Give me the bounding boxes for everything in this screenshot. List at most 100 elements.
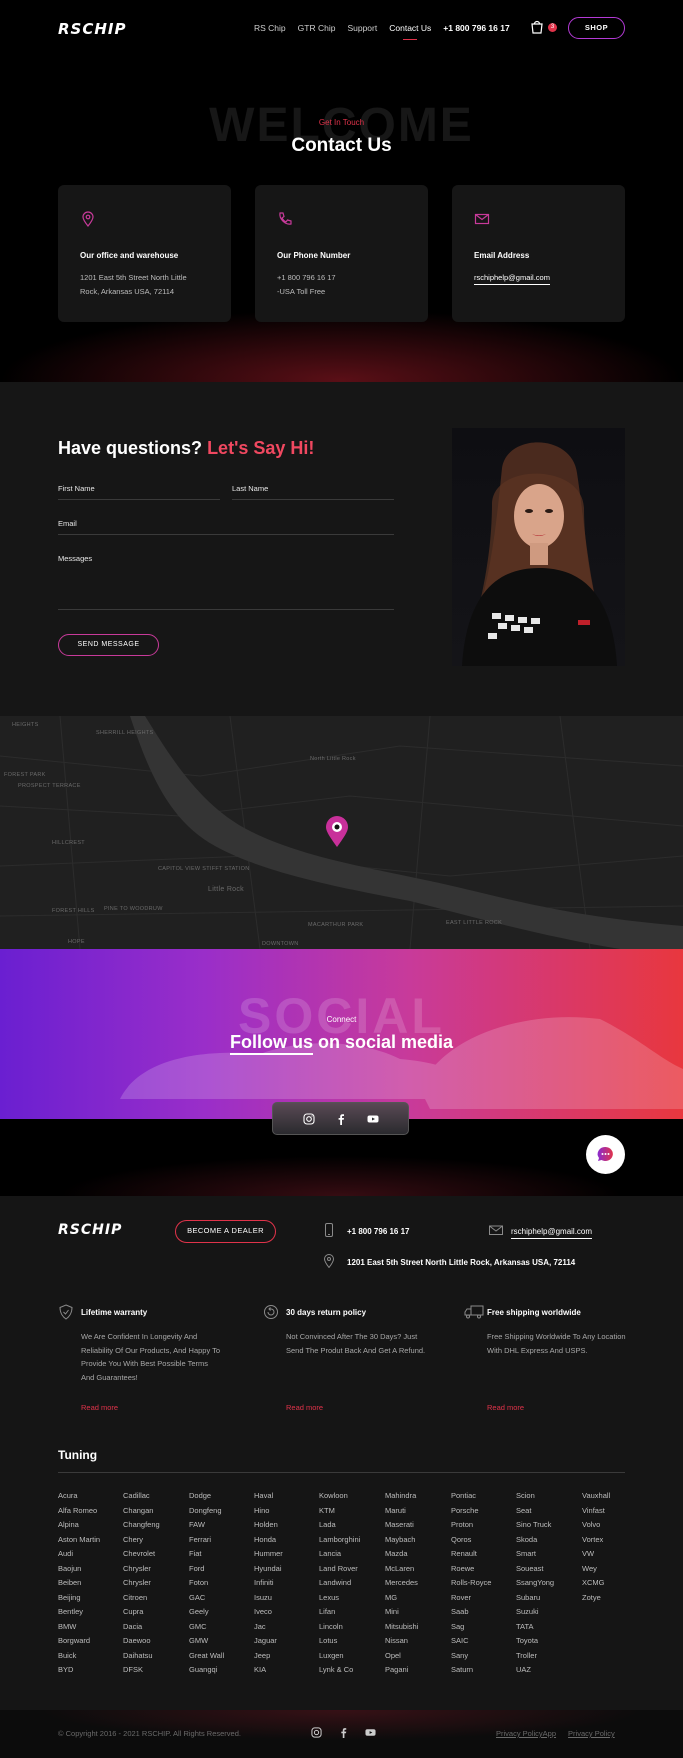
- brand-link[interactable]: FAW: [189, 1518, 224, 1533]
- brand-link[interactable]: Mini: [385, 1605, 418, 1620]
- brand-link[interactable]: Changan: [123, 1504, 160, 1519]
- brand-link[interactable]: Haval: [254, 1489, 283, 1504]
- cart-icon[interactable]: [530, 20, 544, 34]
- brand-link[interactable]: Hyundai: [254, 1562, 283, 1577]
- brand-link[interactable]: Beiben: [58, 1576, 100, 1591]
- email-link[interactable]: rschiphelp@gmail.com: [474, 273, 550, 285]
- brand-link[interactable]: Lamborghini: [319, 1533, 360, 1548]
- brand-link[interactable]: Borgward: [58, 1634, 100, 1649]
- shop-button[interactable]: SHOP: [568, 17, 625, 39]
- brand-link[interactable]: Alpina: [58, 1518, 100, 1533]
- brand-link[interactable]: Chrysler: [123, 1576, 160, 1591]
- brand-link[interactable]: BYD: [58, 1663, 100, 1678]
- brand-link[interactable]: Volvo: [582, 1518, 610, 1533]
- brand-link[interactable]: Hino: [254, 1504, 283, 1519]
- brand-link[interactable]: Geely: [189, 1605, 224, 1620]
- brand-link[interactable]: Subaru: [516, 1591, 554, 1606]
- brand-link[interactable]: Beijing: [58, 1591, 100, 1606]
- brand-link[interactable]: Alfa Romeo: [58, 1504, 100, 1519]
- brand-link[interactable]: KIA: [254, 1663, 283, 1678]
- brand-link[interactable]: Seat: [516, 1504, 554, 1519]
- brand-link[interactable]: Lynk & Co: [319, 1663, 360, 1678]
- brand-link[interactable]: Maybach: [385, 1533, 418, 1548]
- brand-link[interactable]: Wey: [582, 1562, 610, 1577]
- brand-link[interactable]: Maserati: [385, 1518, 418, 1533]
- read-more-link[interactable]: Read more: [286, 1403, 323, 1412]
- brand-link[interactable]: Isuzu: [254, 1591, 283, 1606]
- brand-link[interactable]: Acura: [58, 1489, 100, 1504]
- brand-link[interactable]: McLaren: [385, 1562, 418, 1577]
- brand-link[interactable]: Cadillac: [123, 1489, 160, 1504]
- privacy-policy-link[interactable]: Privacy Policy: [568, 1729, 615, 1738]
- card-line[interactable]: +1 800 796 16 17: [277, 273, 336, 282]
- brand-link[interactable]: Suzuki: [516, 1605, 554, 1620]
- brand-link[interactable]: Chrysler: [123, 1562, 160, 1577]
- brand-link[interactable]: Rover: [451, 1591, 491, 1606]
- brand-link[interactable]: Cupra: [123, 1605, 160, 1620]
- messages-field[interactable]: Messages: [58, 554, 394, 610]
- brand-link[interactable]: MG: [385, 1591, 418, 1606]
- brand-link[interactable]: Luxgen: [319, 1649, 360, 1664]
- brand-link[interactable]: Toyota: [516, 1634, 554, 1649]
- brand-link[interactable]: Changfeng: [123, 1518, 160, 1533]
- brand-link[interactable]: Chery: [123, 1533, 160, 1548]
- brand-link[interactable]: Jac: [254, 1620, 283, 1635]
- send-message-button[interactable]: SEND MESSAGE: [58, 634, 159, 656]
- brand-link[interactable]: Daewoo: [123, 1634, 160, 1649]
- brand-link[interactable]: TATA: [516, 1620, 554, 1635]
- facebook-icon[interactable]: [338, 1727, 349, 1738]
- brand-link[interactable]: Bentley: [58, 1605, 100, 1620]
- brand-link[interactable]: Sany: [451, 1649, 491, 1664]
- brand-link[interactable]: BMW: [58, 1620, 100, 1635]
- facebook-icon[interactable]: [335, 1113, 347, 1125]
- brand-link[interactable]: Iveco: [254, 1605, 283, 1620]
- brand-link[interactable]: Citroen: [123, 1591, 160, 1606]
- read-more-link[interactable]: Read more: [81, 1403, 118, 1412]
- logo[interactable]: RSCHIP: [58, 20, 127, 38]
- footer-phone[interactable]: +1 800 796 16 17: [347, 1227, 410, 1236]
- footer-email[interactable]: rschiphelp@gmail.com: [511, 1227, 593, 1239]
- brand-link[interactable]: SAIC: [451, 1634, 491, 1649]
- brand-link[interactable]: Sino Truck: [516, 1518, 554, 1533]
- brand-link[interactable]: Mahindra: [385, 1489, 418, 1504]
- become-dealer-button[interactable]: BECOME A DEALER: [175, 1220, 276, 1243]
- brand-link[interactable]: Dongfeng: [189, 1504, 224, 1519]
- brand-link[interactable]: Ferrari: [189, 1533, 224, 1548]
- brand-link[interactable]: Vortex: [582, 1533, 610, 1548]
- header-phone[interactable]: +1 800 796 16 17: [443, 23, 509, 33]
- brand-link[interactable]: Lincoln: [319, 1620, 360, 1635]
- brand-link[interactable]: Fiat: [189, 1547, 224, 1562]
- brand-link[interactable]: Great Wall: [189, 1649, 224, 1664]
- brand-link[interactable]: Kowloon: [319, 1489, 360, 1504]
- brand-link[interactable]: Infiniti: [254, 1576, 283, 1591]
- brand-link[interactable]: Vinfast: [582, 1504, 610, 1519]
- nav-item-support[interactable]: Support: [347, 23, 377, 33]
- brand-link[interactable]: Pontiac: [451, 1489, 491, 1504]
- brand-link[interactable]: Mazda: [385, 1547, 418, 1562]
- location-map[interactable]: HEIGHTS SHERRILL HEIGHTS North Little Ro…: [0, 716, 683, 949]
- brand-link[interactable]: Porsche: [451, 1504, 491, 1519]
- brand-link[interactable]: DFSK: [123, 1663, 160, 1678]
- brand-link[interactable]: GMC: [189, 1620, 224, 1635]
- brand-link[interactable]: Jeep: [254, 1649, 283, 1664]
- brand-link[interactable]: Lotus: [319, 1634, 360, 1649]
- last-name-field[interactable]: Last Name: [232, 484, 394, 500]
- chat-button[interactable]: [586, 1135, 625, 1174]
- brand-link[interactable]: Mitsubishi: [385, 1620, 418, 1635]
- instagram-icon[interactable]: [311, 1727, 322, 1738]
- brand-link[interactable]: Ford: [189, 1562, 224, 1577]
- brand-link[interactable]: Chevrolet: [123, 1547, 160, 1562]
- brand-link[interactable]: Smart: [516, 1547, 554, 1562]
- brand-link[interactable]: Saab: [451, 1605, 491, 1620]
- brand-link[interactable]: Opel: [385, 1649, 418, 1664]
- brand-link[interactable]: VW: [582, 1547, 610, 1562]
- map-marker-icon[interactable]: [325, 816, 349, 848]
- brand-link[interactable]: Audi: [58, 1547, 100, 1562]
- brand-link[interactable]: Mercedes: [385, 1576, 418, 1591]
- brand-link[interactable]: Landwind: [319, 1576, 360, 1591]
- brand-link[interactable]: Vauxhall: [582, 1489, 610, 1504]
- brand-link[interactable]: Land Rover: [319, 1562, 360, 1577]
- brand-link[interactable]: UAZ: [516, 1663, 554, 1678]
- brand-link[interactable]: Qoros: [451, 1533, 491, 1548]
- email-field[interactable]: Email: [58, 519, 394, 535]
